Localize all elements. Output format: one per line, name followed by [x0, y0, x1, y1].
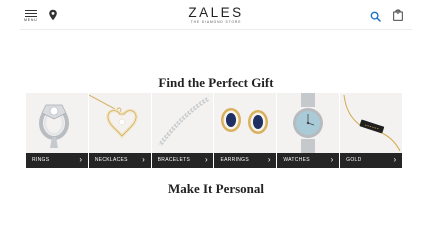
header-divider [20, 29, 412, 30]
category-bar: BRACELETS › [151, 153, 214, 168]
personal-section-title: Make It Personal [167, 181, 265, 196]
bag-count: 0 [396, 10, 400, 16]
logo-tagline: THE DIAMOND STORE [190, 20, 242, 24]
heart-pendant-necklace-image [88, 94, 138, 139]
chevron-right-icon: › [204, 155, 208, 164]
gold-bar-necklace-image [343, 94, 401, 152]
category-tile-rings[interactable]: RINGS › [26, 93, 88, 168]
category-bar: EARRINGS › [214, 153, 277, 168]
hamburger-icon [25, 10, 37, 17]
category-tile-earrings[interactable]: EARRINGS › [214, 93, 277, 168]
search-icon [370, 11, 381, 22]
menu-label: MENU [24, 18, 38, 22]
menu-button[interactable]: MENU [24, 8, 40, 24]
chevron-right-icon: › [142, 155, 145, 164]
category-bar: RINGS › [26, 153, 88, 168]
map-pin-icon [49, 9, 57, 21]
chevron-right-icon: › [393, 155, 397, 164]
chevron-right-icon: › [330, 155, 334, 164]
search-button[interactable] [370, 9, 381, 22]
category-bar: NECKLACES › [88, 153, 151, 168]
category-label: WATCHES [283, 157, 310, 163]
diamond-ring-image [39, 104, 69, 148]
zales-logo[interactable]: ZALES THE DIAMOND STORE [186, 6, 246, 25]
shopping-bag-button[interactable]: 0 [393, 8, 403, 21]
silver-watch-image [293, 93, 324, 153]
logo-wordmark: ZALES [188, 5, 244, 20]
store-locator-button[interactable] [48, 8, 58, 21]
category-label: EARRINGS [220, 157, 249, 163]
category-bar: WATCHES › [277, 153, 340, 168]
category-bar: GOLD › [340, 153, 402, 168]
category-label: NECKLACES [94, 157, 128, 163]
category-tile-necklaces[interactable]: NECKLACES › [88, 93, 151, 168]
chevron-right-icon: › [79, 155, 82, 164]
gift-category-tiles: RINGS › NECKLACES › BRACELETS › EARRINGS… [26, 93, 402, 168]
category-tile-gold[interactable]: GOLD › [340, 93, 402, 168]
gift-section-title: Find the Perfect Gift [158, 75, 274, 90]
chevron-right-icon: › [267, 155, 271, 164]
sapphire-stud-earrings-image [221, 108, 269, 134]
site-header: MENU ZALES THE DIAMOND STORE 0 [0, 0, 432, 30]
category-label: GOLD [346, 157, 362, 163]
category-label: RINGS [32, 157, 50, 163]
category-tile-bracelets[interactable]: BRACELETS › [151, 93, 214, 168]
category-label: BRACELETS [157, 157, 191, 163]
category-tile-watches[interactable]: WATCHES › [277, 93, 340, 168]
tennis-bracelet-image [158, 97, 209, 147]
